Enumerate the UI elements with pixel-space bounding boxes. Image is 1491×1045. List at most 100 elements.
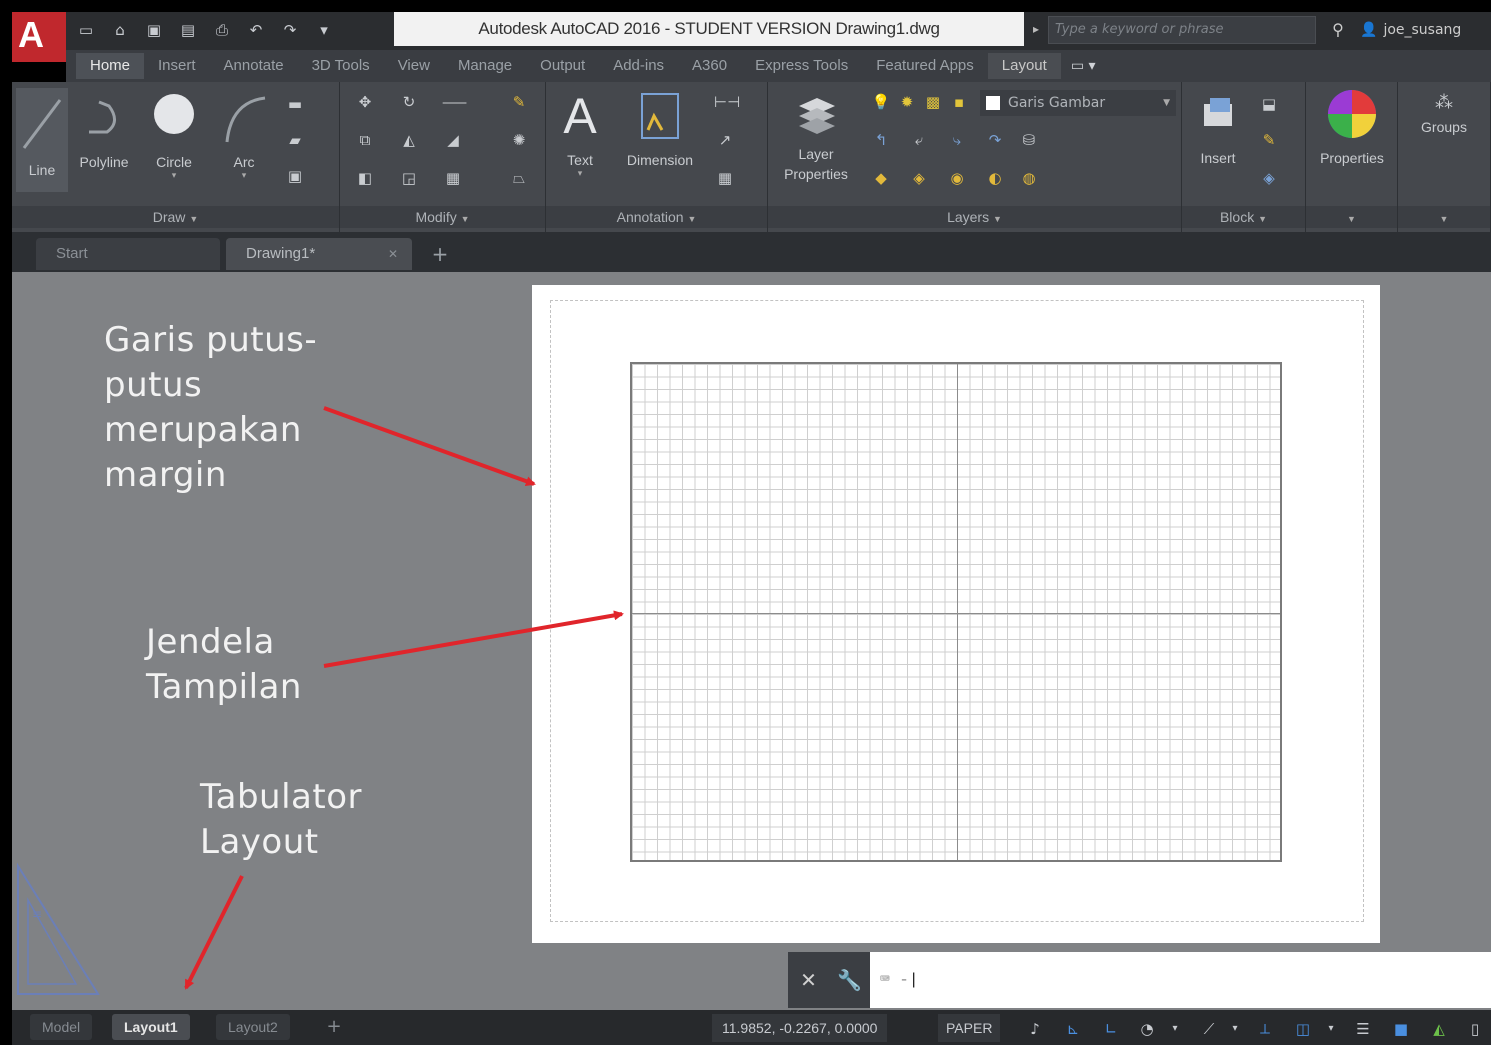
properties-button[interactable]: Properties bbox=[1308, 86, 1396, 166]
new-tab-plus-icon[interactable]: + bbox=[426, 240, 454, 268]
layer-delete-icon[interactable]: ◍ bbox=[1018, 168, 1040, 188]
layer-isolate-icon[interactable]: ⤷ bbox=[946, 130, 968, 150]
offset-icon[interactable]: ⏢ bbox=[508, 168, 530, 188]
rotate-icon[interactable]: ↻ bbox=[398, 92, 420, 112]
arc-button[interactable]: Arc ▾ bbox=[212, 92, 276, 181]
snap-icon[interactable]: ♪ bbox=[1022, 1016, 1048, 1042]
transparency-icon[interactable]: ■ bbox=[1388, 1016, 1414, 1042]
tab-insert[interactable]: Insert bbox=[144, 53, 210, 79]
layout-tab-layout1[interactable]: Layout1 bbox=[112, 1014, 190, 1040]
layer-on-icon[interactable]: 💡 bbox=[870, 92, 892, 112]
insert-block-button[interactable]: Insert bbox=[1186, 90, 1250, 166]
polyline-button[interactable]: Polyline bbox=[72, 92, 136, 170]
layer-walk-icon[interactable]: ⛁ bbox=[1018, 130, 1040, 150]
add-layout-plus-icon[interactable]: + bbox=[320, 1014, 348, 1040]
panel-properties-expand[interactable]: ▼ bbox=[1306, 206, 1397, 228]
edit-block-icon[interactable]: ✎ bbox=[1258, 130, 1280, 150]
groups-button[interactable]: ⁂ Groups bbox=[1400, 92, 1488, 135]
tab-add-ins[interactable]: Add-ins bbox=[599, 53, 678, 79]
panel-block-label[interactable]: Block ▼ bbox=[1182, 206, 1305, 228]
object-snap-caret-icon[interactable]: ▾ bbox=[1318, 1016, 1344, 1042]
layout-tab-model[interactable]: Model bbox=[30, 1014, 93, 1040]
dimension-button[interactable]: Dimension bbox=[612, 86, 708, 168]
grid-icon[interactable]: ⊾ bbox=[1060, 1016, 1086, 1042]
layer-freeze-icon[interactable]: ✹ bbox=[896, 92, 918, 112]
customize-command-icon[interactable]: 🔧 bbox=[835, 968, 865, 992]
close-icon[interactable]: ✕ bbox=[388, 238, 398, 270]
hatch-icon[interactable]: ▰ bbox=[284, 130, 306, 150]
undo-icon[interactable]: ↶ bbox=[242, 18, 270, 42]
move-icon[interactable]: ✥ bbox=[354, 92, 376, 112]
paper-space-toggle[interactable]: PAPER bbox=[938, 1014, 1001, 1042]
layout-tab-layout2[interactable]: Layout2 bbox=[216, 1014, 290, 1040]
copy-icon[interactable]: ⧉ bbox=[354, 130, 376, 150]
tab-annotate[interactable]: Annotate bbox=[210, 53, 298, 79]
layer-thaw-icon[interactable]: ◈ bbox=[908, 168, 930, 188]
open-icon[interactable]: ⌂ bbox=[106, 18, 134, 42]
lineweight-icon[interactable]: ☰ bbox=[1350, 1016, 1376, 1042]
layer-properties-button[interactable]: Layer Properties bbox=[774, 88, 858, 182]
user-signin[interactable]: 👤 joe_susang bbox=[1360, 14, 1461, 46]
layer-color-icon[interactable]: ▪ bbox=[948, 92, 970, 112]
scale-icon[interactable]: ◲ bbox=[398, 168, 420, 188]
layer-match-icon[interactable]: ↰ bbox=[870, 130, 892, 150]
explode-icon[interactable]: ✺ bbox=[508, 130, 530, 150]
plot-icon[interactable]: ⎙ bbox=[208, 18, 236, 42]
layer-merge-icon[interactable]: ◐ bbox=[984, 168, 1006, 188]
tab-a360[interactable]: A360 bbox=[678, 53, 741, 79]
layer-dropdown[interactable]: Garis Gambar ▼ bbox=[980, 90, 1176, 116]
qat-dropdown-icon[interactable]: ▾ bbox=[310, 18, 338, 42]
panel-modify-label[interactable]: Modify ▼ bbox=[340, 206, 545, 228]
create-block-icon[interactable]: ⬓ bbox=[1258, 94, 1280, 114]
title-expand-icon[interactable]: ▸ bbox=[1026, 14, 1046, 44]
tab-manage[interactable]: Manage bbox=[444, 53, 526, 79]
tab-featured-apps[interactable]: Featured Apps bbox=[862, 53, 988, 79]
array-icon[interactable]: ▦ bbox=[442, 168, 464, 188]
panel-annotation-label[interactable]: Annotation ▼ bbox=[546, 206, 767, 228]
tab-layout[interactable]: Layout bbox=[987, 53, 1061, 79]
application-menu-button[interactable]: A bbox=[12, 12, 66, 62]
table-icon[interactable]: ▦ bbox=[714, 168, 736, 188]
selection-cycling-icon[interactable]: ◭ bbox=[1426, 1016, 1452, 1042]
polar-caret-icon[interactable]: ▾ bbox=[1162, 1016, 1188, 1042]
isodraft-caret-icon[interactable]: ▾ bbox=[1222, 1016, 1248, 1042]
text-button[interactable]: A Text ▾ bbox=[552, 86, 608, 179]
erase-icon[interactable]: ✎ bbox=[508, 92, 530, 112]
binoculars-icon[interactable]: ⚲ bbox=[1322, 14, 1354, 46]
close-command-icon[interactable]: ✕ bbox=[794, 968, 824, 992]
search-input[interactable]: Type a keyword or phrase bbox=[1048, 16, 1316, 44]
polar-icon[interactable]: ◔ bbox=[1134, 1016, 1160, 1042]
ortho-icon[interactable]: ∟ bbox=[1098, 1016, 1124, 1042]
rectangle-icon[interactable]: ▬ bbox=[284, 94, 306, 114]
mirror-icon[interactable]: ◭ bbox=[398, 130, 420, 150]
tab-home[interactable]: Home bbox=[76, 53, 145, 79]
save-as-icon[interactable]: ▤ bbox=[174, 18, 202, 42]
region-icon[interactable]: ▣ bbox=[284, 166, 306, 186]
layer-off-icon[interactable]: ◆ bbox=[870, 168, 892, 188]
tab-express-tools[interactable]: Express Tools bbox=[741, 53, 862, 79]
tab-output[interactable]: Output bbox=[526, 53, 599, 79]
layer-lock-icon[interactable]: ▩ bbox=[922, 92, 944, 112]
panel-draw-label[interactable]: Draw ▼ bbox=[12, 206, 339, 228]
layer-unlock-icon[interactable]: ◉ bbox=[946, 168, 968, 188]
file-tab-start[interactable]: Start bbox=[36, 238, 220, 270]
tab-3d-tools[interactable]: 3D Tools bbox=[298, 53, 384, 79]
redo-icon[interactable]: ↷ bbox=[276, 18, 304, 42]
trim-icon[interactable]: ⸺ bbox=[442, 92, 467, 112]
panel-groups-expand[interactable]: ▼ bbox=[1398, 206, 1490, 228]
attribute-icon[interactable]: ◈ bbox=[1258, 168, 1280, 188]
annotation-scale-icon[interactable]: ▯ bbox=[1462, 1016, 1488, 1042]
circle-button[interactable]: Circle ▾ bbox=[142, 92, 206, 181]
line-button[interactable]: Line bbox=[16, 88, 68, 192]
isodraft-icon[interactable]: ⟋ bbox=[1196, 1016, 1222, 1042]
layer-unisolate-icon[interactable]: ↷ bbox=[984, 130, 1006, 150]
new-icon[interactable]: ▭ bbox=[72, 18, 100, 42]
object-snap-icon[interactable]: ◫ bbox=[1290, 1016, 1316, 1042]
leader-icon[interactable]: ↗ bbox=[714, 130, 736, 150]
arc-caret-icon[interactable]: ▾ bbox=[212, 170, 276, 181]
coordinates-readout[interactable]: 11.9852, -0.2267, 0.0000 bbox=[712, 1014, 888, 1042]
layout-viewport[interactable] bbox=[630, 362, 1282, 862]
tab-view[interactable]: View bbox=[384, 53, 444, 79]
stretch-icon[interactable]: ◧ bbox=[354, 168, 376, 188]
circle-caret-icon[interactable]: ▾ bbox=[142, 170, 206, 181]
